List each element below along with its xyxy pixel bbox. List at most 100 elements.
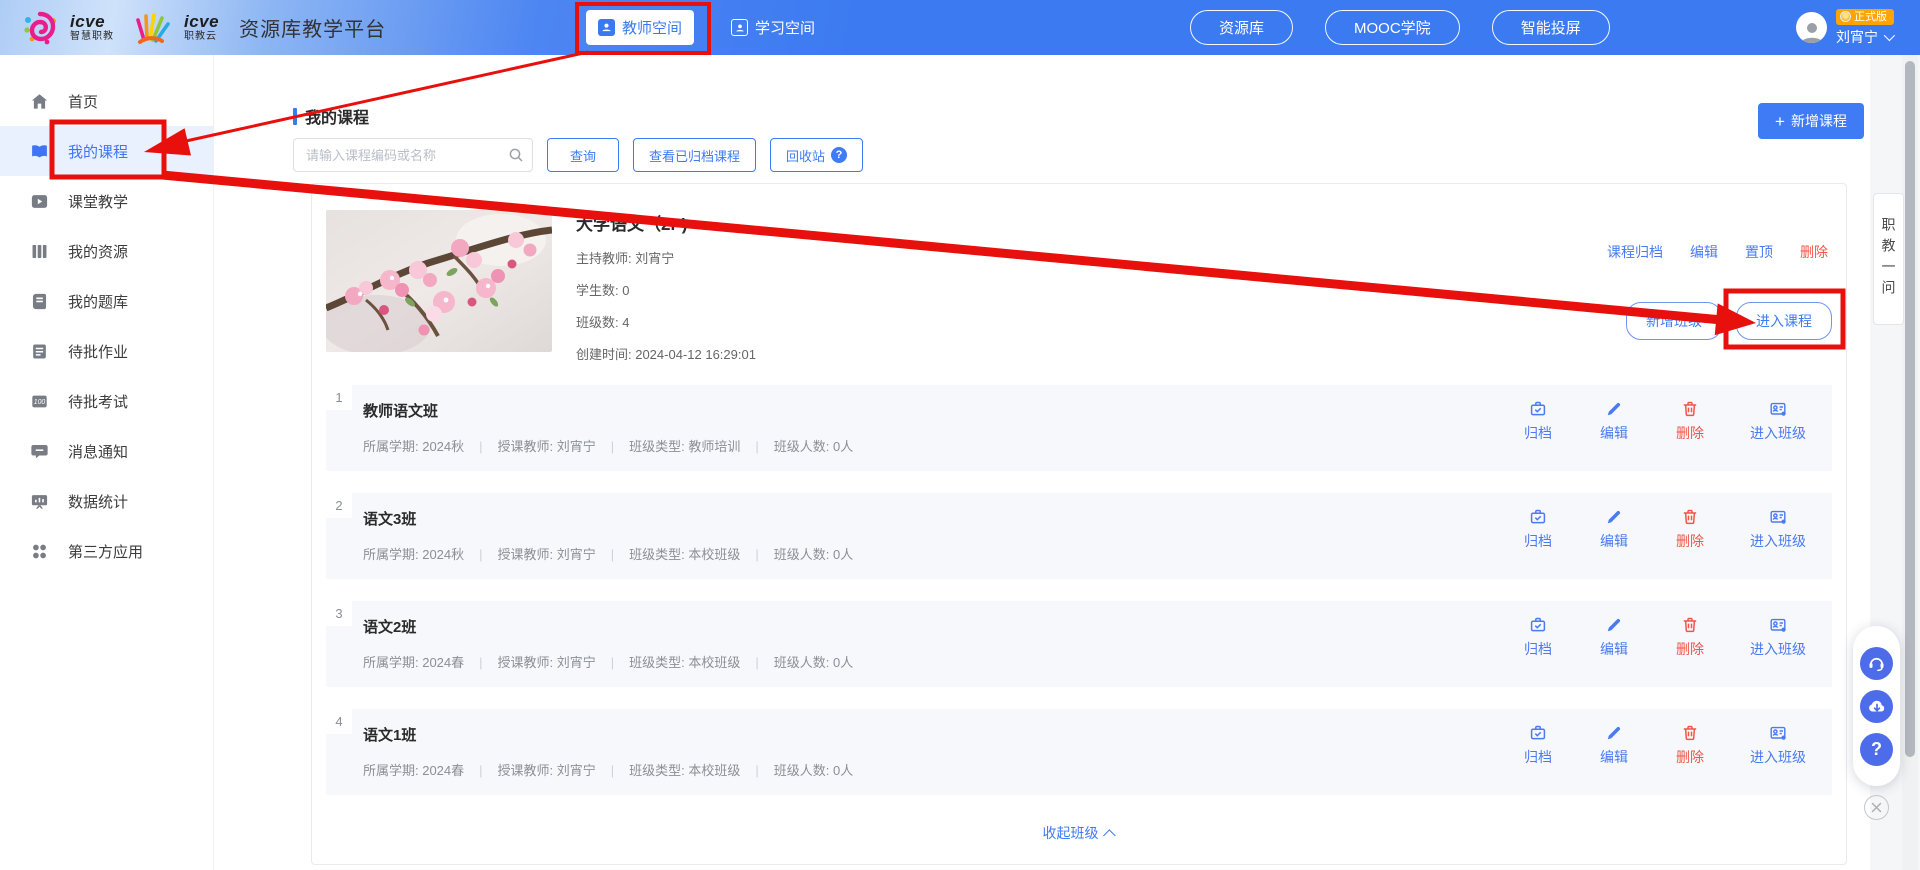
recycle-help-icon: ?	[831, 147, 847, 163]
course-pin-link[interactable]: 置顶	[1745, 242, 1773, 262]
sidebar-item-question-bank[interactable]: 我的题库	[0, 276, 213, 326]
sidebar-item-pending-exams[interactable]: 100 待批考试	[0, 376, 213, 426]
close-floating-button[interactable]	[1864, 795, 1889, 820]
course-cover-image[interactable]	[326, 210, 552, 352]
view-archived-button[interactable]: 查看已归档课程	[633, 138, 756, 172]
search-icon[interactable]	[508, 147, 524, 163]
sidebar-item-my-courses[interactable]: 我的课程	[0, 126, 213, 176]
class-meta: 所属学期: 2024春|授课教师: 刘宵宁|班级类型: 本校班级|班级人数: 0…	[363, 652, 853, 671]
app-root: icve 智慧职教 icve 职教云 资源库教学平台	[0, 0, 1920, 870]
add-course-label: 新增课程	[1791, 111, 1847, 131]
edit-pencil-icon	[1605, 724, 1623, 742]
class-edit-label: 编辑	[1600, 531, 1628, 551]
plus-icon: +	[1775, 113, 1785, 130]
class-archive-label: 归档	[1524, 423, 1552, 443]
sidebar-item-classroom[interactable]: 课堂教学	[0, 176, 213, 226]
add-course-button[interactable]: + 新增课程	[1758, 103, 1864, 139]
version-badge-label: 正式版	[1854, 10, 1887, 24]
class-edit-button[interactable]: 编辑	[1598, 616, 1630, 659]
sidebar-item-notifications[interactable]: 消息通知	[0, 426, 213, 476]
mooc-college-button[interactable]: MOOC学院	[1325, 10, 1460, 45]
sidebar-item-label: 第三方应用	[68, 541, 143, 562]
sidebar-item-my-resources[interactable]: 我的资源	[0, 226, 213, 276]
edit-pencil-icon	[1605, 400, 1623, 418]
course-delete-link[interactable]: 删除	[1800, 242, 1828, 262]
recycle-bin-button[interactable]: 回收站 ?	[770, 138, 863, 172]
resource-library-button[interactable]: 资源库	[1190, 10, 1293, 45]
enter-class-button[interactable]: 进入班级	[1750, 508, 1806, 551]
class-archive-button[interactable]: 归档	[1522, 508, 1554, 551]
course-edit-link[interactable]: 编辑	[1690, 242, 1718, 262]
tab-teacher-space[interactable]: 教师空间	[586, 10, 694, 45]
cloud-download-button[interactable]	[1860, 690, 1893, 723]
avatar[interactable]	[1796, 12, 1827, 43]
class-delete-button[interactable]: 删除	[1674, 508, 1706, 551]
meta-separator: |	[479, 439, 482, 454]
row-index: 4	[326, 709, 352, 734]
enter-class-button[interactable]: 进入班级	[1750, 724, 1806, 767]
add-class-button[interactable]: 新增班级	[1626, 302, 1722, 340]
smart-cast-button[interactable]: 智能投屏	[1492, 10, 1610, 45]
class-archive-button[interactable]: 归档	[1522, 400, 1554, 443]
question-bank-icon	[30, 292, 49, 311]
class-meta: 所属学期: 2024秋|授课教师: 刘宵宁|班级类型: 教师培训|班级人数: 0…	[363, 436, 853, 455]
meta-separator: |	[611, 763, 614, 778]
class-edit-button[interactable]: 编辑	[1598, 508, 1630, 551]
course-archive-link[interactable]: 课程归档	[1607, 242, 1663, 262]
nav-divider	[710, 20, 711, 36]
sidebar-item-statistics[interactable]: 数据统计	[0, 476, 213, 526]
trash-icon	[1681, 400, 1699, 418]
class-delete-label: 删除	[1676, 639, 1704, 659]
sidebar-item-pending-homework[interactable]: 待批作业	[0, 326, 213, 376]
class-edit-button[interactable]: 编辑	[1598, 400, 1630, 443]
sidebar-item-label: 待批作业	[68, 341, 128, 362]
sidebar-item-third-party[interactable]: 第三方应用	[0, 526, 213, 576]
course-class-count: 班级数: 4	[576, 312, 756, 331]
icve-zhijiaoyun-logo-text: icve 职教云	[184, 13, 219, 42]
tab-student-space[interactable]: 学习空间	[727, 10, 819, 45]
enter-class-button[interactable]: 进入班级	[1750, 616, 1806, 659]
class-archive-button[interactable]: 归档	[1522, 616, 1554, 659]
class-delete-button[interactable]: 删除	[1674, 724, 1706, 767]
icve-zhihui-logo-text: icve 智慧职教	[70, 13, 114, 42]
class-type: 班级类型: 本校班级	[629, 763, 740, 778]
sidebar-item-label: 我的资源	[68, 241, 128, 262]
query-button[interactable]: 查询	[547, 138, 619, 172]
class-edit-button[interactable]: 编辑	[1598, 724, 1630, 767]
course-buttons: 新增班级 进入课程	[1626, 302, 1832, 340]
trash-icon	[1681, 508, 1699, 526]
home-icon	[30, 92, 49, 111]
class-delete-button[interactable]: 删除	[1674, 616, 1706, 659]
class-delete-button[interactable]: 删除	[1674, 400, 1706, 443]
class-row: 1 教师语文班 所属学期: 2024秋|授课教师: 刘宵宁|班级类型: 教师培训…	[326, 385, 1832, 471]
course-student-count: 学生数: 0	[576, 280, 756, 299]
help-button[interactable]: ?	[1860, 733, 1893, 766]
course-toolbar: 查询 查看已归档课程 回收站 ?	[293, 138, 863, 172]
sidebar-item-label: 课堂教学	[68, 191, 128, 212]
scrollbar-track[interactable]	[1902, 55, 1918, 870]
class-teacher: 授课教师: 刘宵宁	[498, 763, 596, 778]
collapse-classes-link[interactable]: 收起班级	[1043, 823, 1116, 843]
zhijiao-yiwen-tab[interactable]: 职教一问	[1873, 193, 1904, 325]
enter-class-icon	[1769, 724, 1787, 742]
course-info: 大学语文（2P) 主持教师: 刘宵宁 学生数: 0 班级数: 4 创建时间: 2…	[576, 210, 756, 363]
meta-separator: |	[755, 547, 758, 562]
statistics-icon	[30, 492, 49, 511]
class-row-actions: 归档 编辑 删除 进入班级	[1522, 508, 1806, 551]
sidebar-item-home[interactable]: 首页	[0, 76, 213, 126]
homework-icon	[30, 342, 49, 361]
search-input[interactable]	[293, 138, 533, 172]
user-area[interactable]: 正式版 刘宵宁	[1796, 0, 1894, 55]
collapse-classes-label: 收起班级	[1043, 823, 1099, 843]
class-size: 班级人数: 0人	[774, 439, 853, 454]
class-meta: 所属学期: 2024秋|授课教师: 刘宵宁|班级类型: 本校班级|班级人数: 0…	[363, 544, 853, 563]
enter-course-button[interactable]: 进入课程	[1736, 302, 1832, 340]
class-archive-label: 归档	[1524, 531, 1552, 551]
class-archive-button[interactable]: 归档	[1522, 724, 1554, 767]
scrollbar-thumb[interactable]	[1905, 61, 1915, 757]
course-host-teacher: 主持教师: 刘宵宁	[576, 248, 756, 267]
username-menu[interactable]: 刘宵宁	[1836, 27, 1892, 47]
class-name: 语文1班	[363, 724, 416, 745]
customer-service-button[interactable]	[1860, 647, 1893, 680]
enter-class-button[interactable]: 进入班级	[1750, 400, 1806, 443]
